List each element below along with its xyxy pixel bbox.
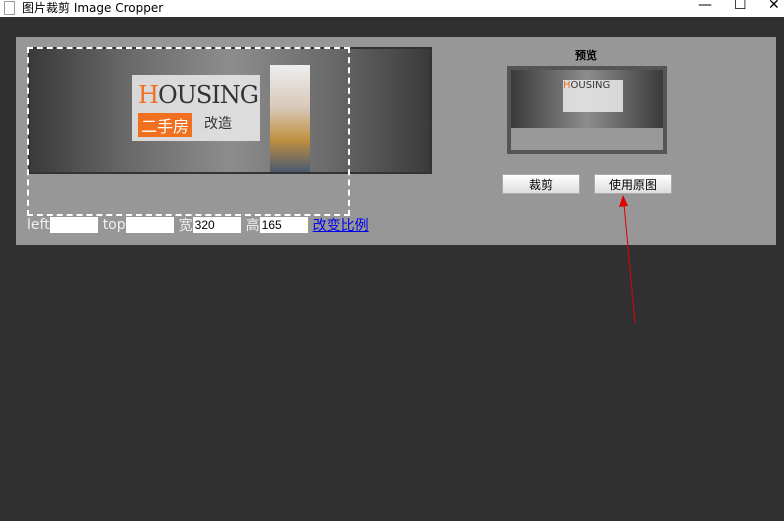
arrow-head-icon bbox=[619, 195, 628, 207]
annotation-arrow bbox=[619, 195, 636, 324]
